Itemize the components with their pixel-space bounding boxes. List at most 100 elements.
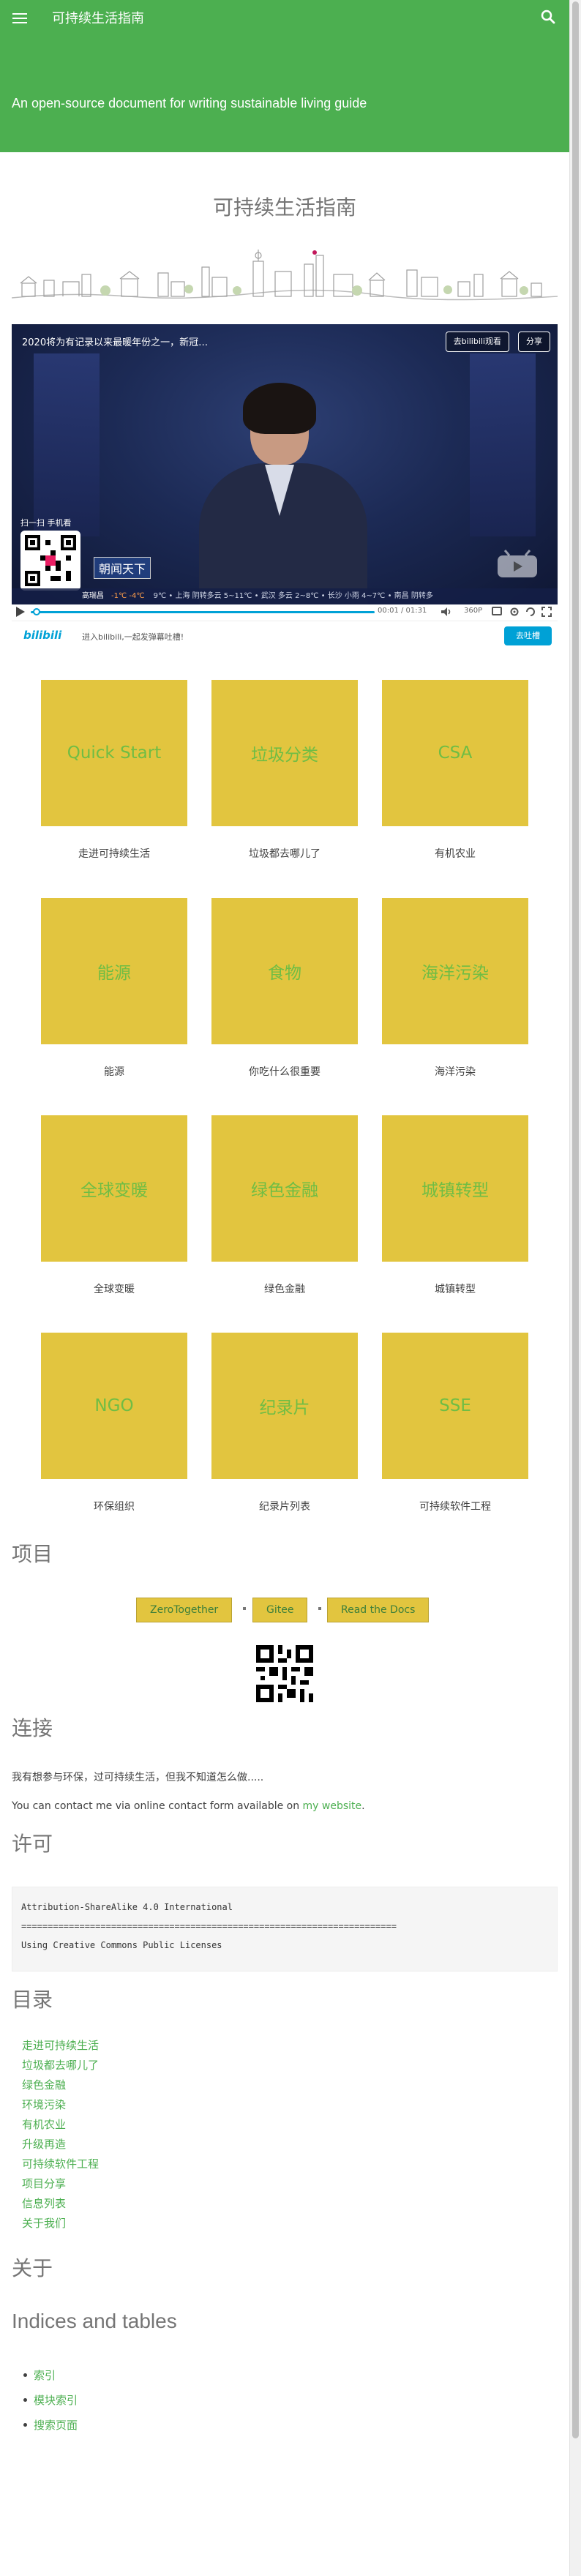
card-caption: 可持续软件工程: [419, 1501, 491, 1513]
read-the-docs-button[interactable]: Read the Docs: [327, 1598, 430, 1622]
video-player[interactable]: 2020将为有记录以来最暖年份之一，新冠… 去bilibili观看 分享 扫一扫…: [12, 324, 558, 604]
card-town-transition[interactable]: 城镇转型: [382, 1115, 528, 1262]
index-item: 索引: [23, 2367, 78, 2392]
bilibili-bar: bilibili 进入bilibili,一起发弹幕吐槽! 去吐槽: [12, 621, 558, 650]
website-link[interactable]: my website: [303, 1800, 362, 1812]
scan-label: 扫一扫 手机看: [20, 518, 72, 528]
bilibili-watermark-icon: [498, 550, 537, 577]
danmaku-icon[interactable]: [492, 607, 502, 615]
card-documentary[interactable]: 纪录片: [211, 1333, 358, 1479]
video-time: 00:01 / 01:31: [378, 607, 427, 615]
toc-item: 有机农业: [22, 2116, 99, 2136]
card-sse[interactable]: SSE: [382, 1333, 528, 1479]
volume-icon[interactable]: [441, 607, 452, 617]
card-label: CSA: [438, 744, 473, 763]
page-title: 可持续生活指南: [212, 195, 356, 220]
card-ocean-pollution[interactable]: 海洋污染: [382, 898, 528, 1044]
card-label: 海洋污染: [421, 964, 489, 983]
toc-item: 项目分享: [22, 2176, 99, 2195]
card-label: NGO: [94, 1396, 134, 1415]
toc-link[interactable]: 环境污染: [22, 2098, 66, 2111]
fullscreen-icon[interactable]: [541, 607, 552, 617]
separator-dot: [318, 1607, 321, 1610]
card-caption: 全球变暖: [94, 1284, 135, 1295]
watch-on-bilibili-button[interactable]: 去bilibili观看: [445, 332, 509, 352]
scrollbar[interactable]: [569, 0, 581, 2576]
code-line: Using Creative Commons Public Licenses: [21, 1940, 222, 1950]
card-caption: 你吃什么很重要: [249, 1066, 321, 1078]
share-button[interactable]: 分享: [518, 332, 550, 352]
license-code-block: Attribution-ShareAlike 4.0 International…: [12, 1887, 558, 1972]
section-heading-project: 项目: [12, 1543, 53, 1565]
search-page-link[interactable]: 搜索页面: [34, 2419, 78, 2432]
indices-list: 索引 模块索引 搜索页面: [23, 2367, 78, 2442]
search-icon[interactable]: [539, 8, 557, 26]
card-caption: 环保组织: [94, 1501, 135, 1513]
gitee-button[interactable]: Gitee: [252, 1598, 308, 1622]
toc-link[interactable]: 项目分享: [22, 2177, 66, 2190]
site-title[interactable]: 可持续生活指南: [52, 8, 144, 27]
toc-link[interactable]: 关于我们: [22, 2217, 66, 2230]
card-quick-start[interactable]: Quick Start: [41, 680, 187, 826]
card-global-warming[interactable]: 全球变暖: [41, 1115, 187, 1262]
card-green-finance[interactable]: 绿色金融: [211, 1115, 358, 1262]
toc-link[interactable]: 可持续软件工程: [22, 2157, 99, 2171]
zerotogether-button[interactable]: ZeroTogether: [136, 1598, 233, 1622]
project-qr-code: [256, 1645, 313, 1702]
toc-link[interactable]: 绿色金融: [22, 2078, 66, 2092]
progress-bar[interactable]: [31, 611, 375, 613]
contact-prefix: You can contact me via online contact fo…: [12, 1800, 303, 1812]
menu-icon[interactable]: [11, 11, 29, 26]
code-line: Attribution-ShareAlike 4.0 International: [21, 1902, 233, 1912]
card-label: SSE: [439, 1396, 471, 1415]
settings-icon[interactable]: [509, 607, 520, 617]
card-label: 纪录片: [259, 1399, 310, 1418]
card-label: 绿色金融: [251, 1181, 318, 1200]
card-caption: 海洋污染: [435, 1066, 476, 1078]
card-label: 垃圾分类: [251, 746, 318, 765]
toc-link[interactable]: 升级再造: [22, 2138, 66, 2151]
scrollbar-thumb[interactable]: [572, 1, 579, 2438]
index-item: 搜索页面: [23, 2417, 78, 2442]
bilibili-logo[interactable]: bilibili: [23, 629, 61, 642]
card-csa[interactable]: CSA: [382, 680, 528, 826]
player-controls: 00:01 / 01:31 360P: [12, 604, 558, 619]
comment-button[interactable]: 去吐槽: [504, 626, 552, 645]
section-heading-license: 许可: [12, 1832, 53, 1855]
mobile-qr-code: [20, 531, 80, 591]
card-energy[interactable]: 能源: [41, 898, 187, 1044]
separator-dot: [243, 1607, 246, 1610]
bilibili-prompt: 进入bilibili,一起发弹幕吐槽!: [82, 632, 184, 642]
card-caption: 能源: [104, 1066, 124, 1078]
toc-link[interactable]: 走进可持续生活: [22, 2039, 99, 2052]
quality-selector[interactable]: 360P: [464, 607, 482, 615]
card-label: 食物: [268, 964, 301, 983]
progress-knob[interactable]: [32, 608, 40, 615]
play-icon[interactable]: [16, 607, 25, 617]
city-skyline-illustration: [12, 250, 558, 301]
toc-item: 垃圾都去哪儿了: [22, 2057, 99, 2077]
contact-intro: 我有想参与环保，过可持续生活，但我不知道怎么做.....: [12, 1772, 264, 1783]
toc-link[interactable]: 垃圾都去哪儿了: [22, 2059, 99, 2072]
genindex-link[interactable]: 索引: [34, 2369, 56, 2382]
index-item: 模块索引: [23, 2392, 78, 2417]
card-ngo[interactable]: NGO: [41, 1333, 187, 1479]
video-title: 2020将为有记录以来最暖年份之一，新冠…: [22, 337, 209, 348]
header-bar: 可持续生活指南 An open-source document for writ…: [0, 0, 569, 152]
page: 可持续生活指南 An open-source document for writ…: [0, 0, 569, 2576]
toc-link[interactable]: 有机农业: [22, 2118, 66, 2131]
contact-suffix: .: [361, 1800, 365, 1812]
section-heading-contact: 连接: [12, 1717, 53, 1740]
toc-link[interactable]: 信息列表: [22, 2197, 66, 2210]
toc-item: 升级再造: [22, 2136, 99, 2156]
card-label: 全球变暖: [80, 1181, 148, 1200]
toc-list: 走进可持续生活 垃圾都去哪儿了 绿色金融 环境污染 有机农业 升级再造 可持续软…: [22, 2037, 99, 2235]
modindex-link[interactable]: 模块索引: [34, 2394, 78, 2407]
channel-logo: 朝闻天下: [94, 557, 151, 579]
card-food[interactable]: 食物: [211, 898, 358, 1044]
card-garbage-sorting[interactable]: 垃圾分类: [211, 680, 358, 826]
ticker-anchor: 高瑞昌: [82, 592, 104, 600]
toc-item: 可持续软件工程: [22, 2156, 99, 2176]
loop-icon[interactable]: [525, 607, 536, 617]
section-heading-indices: Indices and tables: [12, 2310, 177, 2332]
